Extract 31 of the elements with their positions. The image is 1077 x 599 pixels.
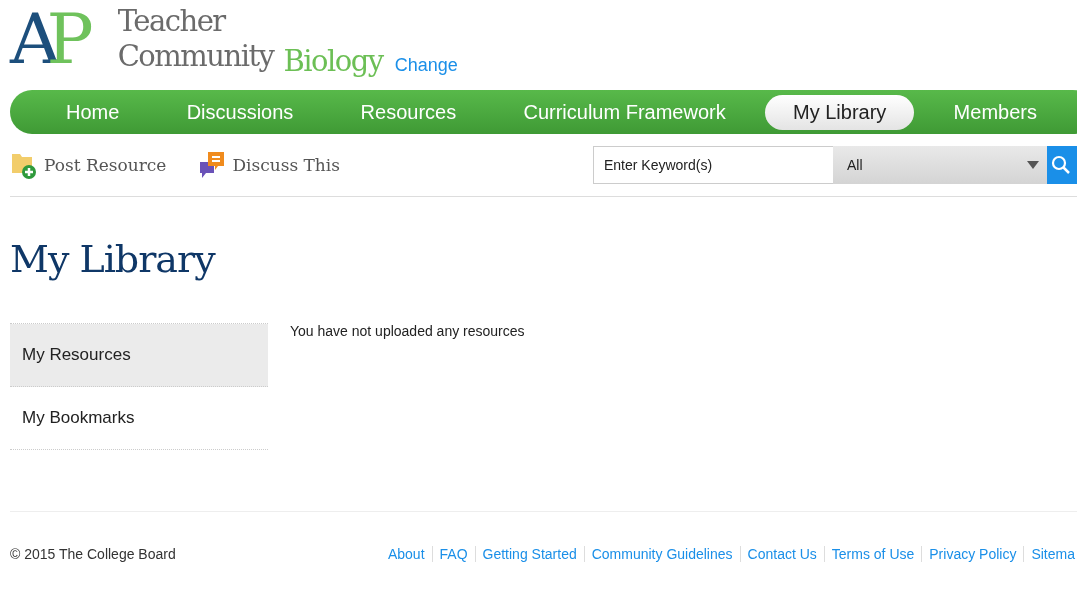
search-button[interactable] <box>1047 146 1077 184</box>
search-icon <box>1051 155 1071 175</box>
toolbar-action[interactable]: Discuss This <box>198 150 340 180</box>
nav-tab[interactable]: Resources <box>332 94 485 130</box>
footer-link[interactable]: Contact Us <box>739 546 824 562</box>
category-dropdown[interactable]: All <box>833 146 1047 184</box>
sidebar-item[interactable]: My Resources <box>10 324 268 387</box>
footer-link[interactable]: FAQ <box>431 546 475 562</box>
footer-link[interactable]: Getting Started <box>474 546 584 562</box>
nav-tab[interactable]: Discussions <box>158 94 322 130</box>
page-title: My Library <box>10 237 217 281</box>
footer-link[interactable]: Sitema <box>1023 546 1077 562</box>
footer-link[interactable]: Community Guidelines <box>583 546 740 562</box>
nav-tab[interactable]: Home <box>38 94 148 130</box>
footer-link[interactable]: Terms of Use <box>823 546 922 562</box>
sidebar-item[interactable]: My Bookmarks <box>10 387 268 450</box>
logo-text: Community <box>117 39 274 74</box>
copyright-text: © 2015 The College Board <box>10 546 176 562</box>
toolbar-action[interactable]: Post Resource <box>10 150 167 180</box>
nav-tab[interactable]: Members <box>925 94 1065 130</box>
caret-icon <box>1027 161 1039 169</box>
footer-link[interactable]: Privacy Policy <box>921 546 1024 562</box>
subject-name: Biology <box>283 44 383 78</box>
empty-message: You have not uploaded any resources <box>290 323 525 341</box>
chat-bubbles-icon <box>198 150 227 180</box>
search-field[interactable]: Enter Keyword(s) <box>593 146 833 184</box>
change-link[interactable]: Change <box>394 55 458 76</box>
footer-link[interactable]: About <box>380 546 432 562</box>
logo-text: Teacher <box>117 4 227 39</box>
nav-tab[interactable]: My Library <box>765 94 915 130</box>
nav-tab[interactable]: Curriculum Framework <box>495 94 754 130</box>
